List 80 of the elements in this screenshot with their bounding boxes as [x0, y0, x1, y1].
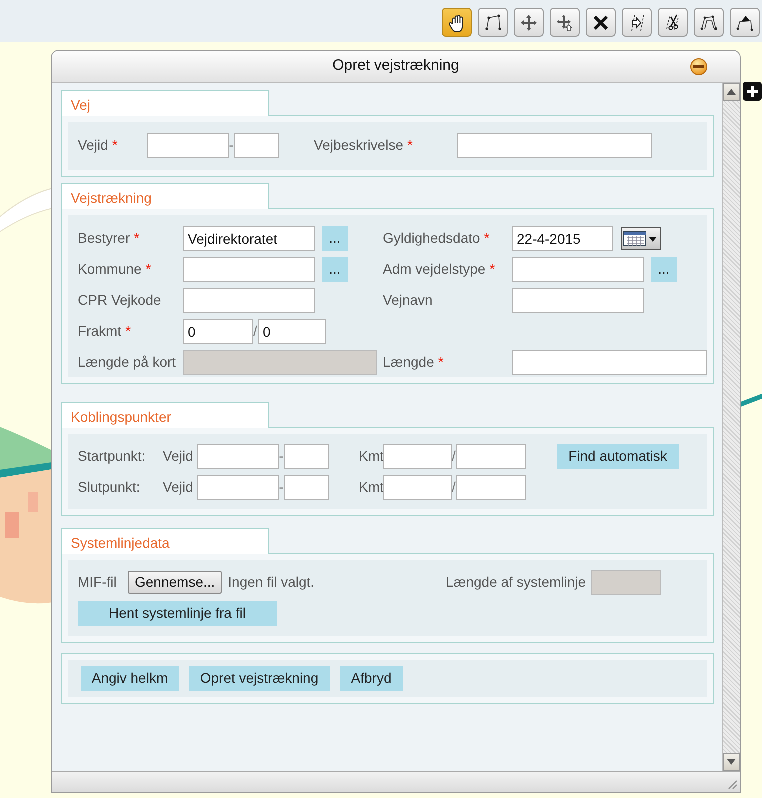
- tool-button[interactable]: [514, 8, 544, 37]
- scroll-down-button[interactable]: [723, 753, 740, 771]
- scroll-up-button[interactable]: [723, 83, 740, 101]
- field-label: Kmt: [359, 478, 383, 497]
- field-label: Længde af systemlinje: [446, 573, 588, 592]
- input-field[interactable]: [383, 444, 452, 469]
- calendar-icon: [623, 230, 659, 248]
- field-label: Kmt: [359, 447, 383, 466]
- action-button[interactable]: ...: [322, 257, 348, 282]
- tool-button[interactable]: [658, 8, 688, 37]
- range-separator: /: [452, 478, 456, 497]
- range-separator: -: [229, 136, 234, 155]
- range-separator: -: [279, 478, 284, 497]
- input-field[interactable]: [234, 133, 279, 158]
- action-button[interactable]: Angiv helkm: [81, 666, 179, 691]
- move-icon: [519, 12, 539, 32]
- field-label: Startpunkt:: [78, 447, 147, 466]
- field-label: Længde på kort: [78, 353, 178, 372]
- action-button[interactable]: Hent systemlinje fra fil: [78, 601, 277, 626]
- scrollbar[interactable]: [722, 83, 740, 771]
- input-field[interactable]: Vejdirektoratet: [183, 226, 315, 251]
- input-field[interactable]: [147, 133, 229, 158]
- field-label: Vejid *: [78, 136, 119, 155]
- zoom-in-button[interactable]: [743, 82, 762, 101]
- input-field[interactable]: [197, 475, 279, 500]
- input-field[interactable]: [183, 257, 315, 282]
- map-road-drawing: [741, 394, 762, 407]
- tool-button[interactable]: [550, 8, 580, 37]
- input-field[interactable]: [284, 444, 329, 469]
- calendar-button[interactable]: [621, 227, 661, 250]
- input-field[interactable]: [284, 475, 329, 500]
- field-label: Bestyrer *: [78, 229, 141, 248]
- field-label: CPR Vejkode: [78, 291, 162, 310]
- plus-icon: [746, 85, 759, 98]
- field-label: Gyldighedsdato *: [383, 229, 491, 248]
- browse-button[interactable]: Gennemse...: [128, 571, 222, 594]
- file-status-text: Ingen fil valgt.: [228, 573, 315, 592]
- field-label: Adm vejdelstype *: [383, 260, 496, 279]
- action-button[interactable]: Afbryd: [340, 666, 403, 691]
- field-label: Vejid: [163, 447, 194, 466]
- input-field[interactable]: 22-4-2015: [512, 226, 613, 251]
- input-field[interactable]: [456, 444, 526, 469]
- tool-button[interactable]: [694, 8, 724, 37]
- resize-grip-icon[interactable]: [726, 778, 738, 790]
- tool-button[interactable]: [478, 8, 508, 37]
- field-label: Frakmt *: [78, 322, 132, 341]
- polyline-icon: [483, 12, 503, 32]
- field-label: Slutpunkt:: [78, 478, 142, 497]
- tool-button[interactable]: [586, 8, 616, 37]
- input-field[interactable]: [183, 288, 315, 313]
- field-label: Vejnavn: [383, 291, 434, 310]
- down-arrow-icon: [727, 759, 736, 765]
- input-field[interactable]: [512, 288, 644, 313]
- field-label: Vejbeskrivelse *: [314, 136, 414, 155]
- tool-button[interactable]: [730, 8, 760, 37]
- field-label: Kommune *: [78, 260, 152, 279]
- field-label: Vejid: [163, 478, 194, 497]
- field-label: MIF-fil: [78, 573, 118, 592]
- input-field[interactable]: [512, 257, 644, 282]
- tool-button[interactable]: [442, 8, 472, 37]
- input-field[interactable]: [456, 475, 526, 500]
- input-field[interactable]: 0: [258, 319, 326, 344]
- up-arrow-icon: [727, 89, 736, 95]
- input-field[interactable]: [512, 350, 707, 375]
- input-field[interactable]: [197, 444, 279, 469]
- range-separator: /: [452, 447, 456, 466]
- input-field[interactable]: [383, 475, 452, 500]
- range-separator: -: [279, 447, 284, 466]
- input-field[interactable]: 0: [183, 319, 253, 344]
- tool-button[interactable]: [622, 8, 652, 37]
- input-field[interactable]: [457, 133, 652, 158]
- action-button[interactable]: ...: [651, 257, 677, 282]
- range-separator: /: [253, 322, 258, 341]
- window-title: Opret vejstrækning: [332, 56, 460, 76]
- action-button[interactable]: Find automatisk: [557, 444, 679, 469]
- action-button[interactable]: ...: [322, 226, 348, 251]
- move-point-icon: [555, 12, 575, 32]
- field-label: Længde *: [383, 353, 445, 372]
- action-button[interactable]: Opret vejstrækning: [189, 666, 330, 691]
- minimize-icon[interactable]: [690, 58, 708, 76]
